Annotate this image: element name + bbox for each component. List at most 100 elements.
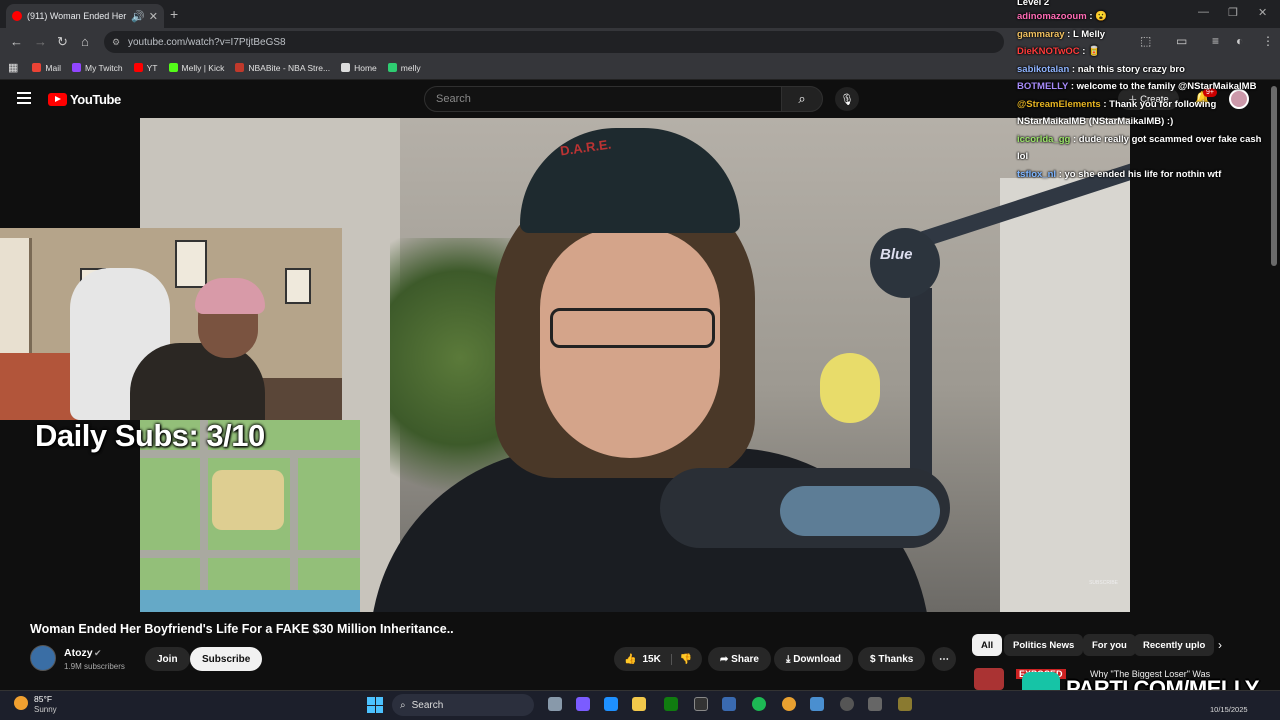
media-player-icon[interactable] [840, 697, 854, 711]
bookmark-home[interactable]: Home [341, 63, 377, 73]
bookmark-kick[interactable]: Melly | Kick [168, 63, 224, 73]
start-menu-icon[interactable] [367, 697, 383, 713]
cam-streamer-body [130, 343, 265, 420]
melly-icon [387, 63, 397, 72]
youtube-favicon-icon [12, 11, 22, 21]
bookmark-mail[interactable]: Mail [32, 63, 61, 73]
like-dislike-group: 👍 15K 👎 [614, 647, 702, 671]
download-icon: ⤓ [786, 653, 794, 665]
download-button[interactable]: ⤓ Download [774, 647, 853, 671]
chat-overlay: Level 2 adinomazooum : 😮 gammaray : L Me… [1013, 0, 1275, 200]
subscriber-count: 1.9M subscribers [64, 662, 125, 671]
task-view-icon[interactable] [548, 697, 562, 711]
site-info-icon[interactable]: ⚙ [112, 37, 120, 48]
bookmark-yt[interactable]: YT [133, 63, 158, 73]
chat-line: sabikotalan : nah this story crazy bro [1017, 63, 1185, 75]
cam-poster [285, 268, 311, 304]
page-scrollbar[interactable] [1271, 86, 1277, 266]
channel-avatar[interactable] [30, 645, 56, 671]
hamburger-menu-icon[interactable] [17, 92, 31, 107]
video-mic-head [870, 228, 940, 298]
address-url: youtube.com/watch?v=I7PtjtBeGS8 [128, 36, 286, 48]
bookmark-nbabite[interactable]: NBABite - NBA Stre... [235, 63, 330, 73]
mail-icon [32, 63, 42, 72]
recommended-thumbnail[interactable] [974, 668, 1004, 690]
chips-next-icon[interactable]: › [1218, 638, 1222, 652]
chat-line: Level 2 [1017, 0, 1050, 8]
mic-brand-label: Blue [880, 246, 913, 263]
like-icon[interactable]: 👍 [614, 654, 642, 665]
chat-line: DieKNOTwOC : 🥫 [1017, 46, 1100, 57]
thanks-button[interactable]: $ Thanks [858, 647, 926, 671]
taskbar-search[interactable]: ⌕ Search [392, 694, 534, 716]
subscribe-button[interactable]: Subscribe [190, 647, 263, 671]
taskbar-date[interactable]: 10/15/2025 [1210, 705, 1248, 714]
new-tab-icon[interactable]: + [170, 6, 178, 22]
search-button[interactable]: ⌕ [781, 86, 823, 112]
channel-name[interactable]: Atozy [64, 647, 93, 659]
chat-line: tsflox_nl : yo she ended his life for no… [1017, 168, 1222, 180]
webcam-overlay [0, 228, 342, 420]
chip-recently-uploaded[interactable]: Recently uplo [1134, 634, 1215, 656]
kick-icon [168, 63, 178, 72]
more-actions-icon[interactable]: ⋯ [932, 647, 956, 671]
apps-icon[interactable]: ▦ [8, 61, 18, 74]
youtube-icon [133, 63, 143, 72]
store-icon[interactable] [722, 697, 736, 711]
chat-line: iccorlda_gg : dude really got scammed ov… [1017, 133, 1262, 163]
weather-temp[interactable]: 85°F [34, 694, 52, 704]
cam-bonnet [195, 278, 265, 314]
tab-title: (911) Woman Ended Her Bo [27, 11, 127, 21]
home-icon[interactable]: ⌂ [81, 34, 89, 49]
search-icon: ⌕ [400, 699, 406, 711]
app-icon[interactable] [868, 697, 882, 711]
video-door [1000, 178, 1130, 612]
forward-icon[interactable]: → [34, 34, 47, 49]
bookmark-twitch[interactable]: My Twitch [72, 63, 123, 73]
weather-sun-icon[interactable] [14, 696, 28, 710]
reload-icon[interactable]: ↻ [57, 34, 68, 50]
x-icon [341, 63, 351, 72]
share-button[interactable]: ➦ Share [708, 647, 771, 671]
map-road [290, 450, 298, 612]
video-glasses [550, 308, 715, 348]
video-cap [520, 128, 740, 233]
xbox-icon[interactable] [664, 697, 678, 711]
chat-line: BOTMELLY : welcome to the family @NStarM… [1017, 81, 1257, 92]
like-count[interactable]: 15K [642, 654, 660, 665]
search-input[interactable]: Search [424, 86, 782, 112]
youtube-play-icon [48, 93, 67, 106]
chip-politics-news[interactable]: Politics News [1004, 634, 1084, 656]
cam-poster [175, 240, 207, 288]
app-icon[interactable] [898, 697, 912, 711]
steam-icon[interactable] [694, 697, 708, 711]
file-explorer-icon[interactable] [632, 697, 646, 711]
tab-audio-icon[interactable]: 🔊 [131, 10, 145, 23]
spotify-icon[interactable] [752, 697, 766, 711]
map-sand [212, 470, 284, 530]
tab-close-icon[interactable]: ✕ [149, 10, 158, 23]
photos-icon[interactable] [810, 697, 824, 711]
address-bar[interactable]: ⚙ youtube.com/watch?v=I7PtjtBeGS8 [104, 31, 1004, 53]
join-button[interactable]: Join [145, 647, 190, 671]
copilot-icon[interactable] [576, 697, 590, 711]
chat-line: gammaray : L Melly [1017, 28, 1106, 40]
chrome-icon[interactable] [782, 697, 796, 711]
bookmark-melly[interactable]: melly [387, 63, 421, 73]
back-icon[interactable]: ← [10, 34, 23, 49]
verified-icon: ✔ [94, 648, 102, 658]
browser-tab[interactable]: (911) Woman Ended Her Bo 🔊 ✕ [6, 4, 164, 28]
twitch-icon [72, 63, 81, 72]
search-icon: ⌕ [798, 91, 806, 106]
cam-window [0, 238, 32, 368]
chip-all[interactable]: All [972, 634, 1003, 656]
dislike-icon[interactable]: 👎 [670, 653, 692, 665]
voice-search-icon[interactable]: 🎙 [835, 87, 859, 111]
edge-icon[interactable] [604, 697, 618, 711]
chat-line: adinomazooum : 😮 [1017, 11, 1107, 22]
map-road [140, 550, 360, 558]
share-icon: ➦ [720, 653, 732, 665]
youtube-logo[interactable]: YouTube [48, 92, 121, 107]
video-mic-pole [910, 288, 932, 478]
chip-for-you[interactable]: For you [1083, 634, 1136, 656]
